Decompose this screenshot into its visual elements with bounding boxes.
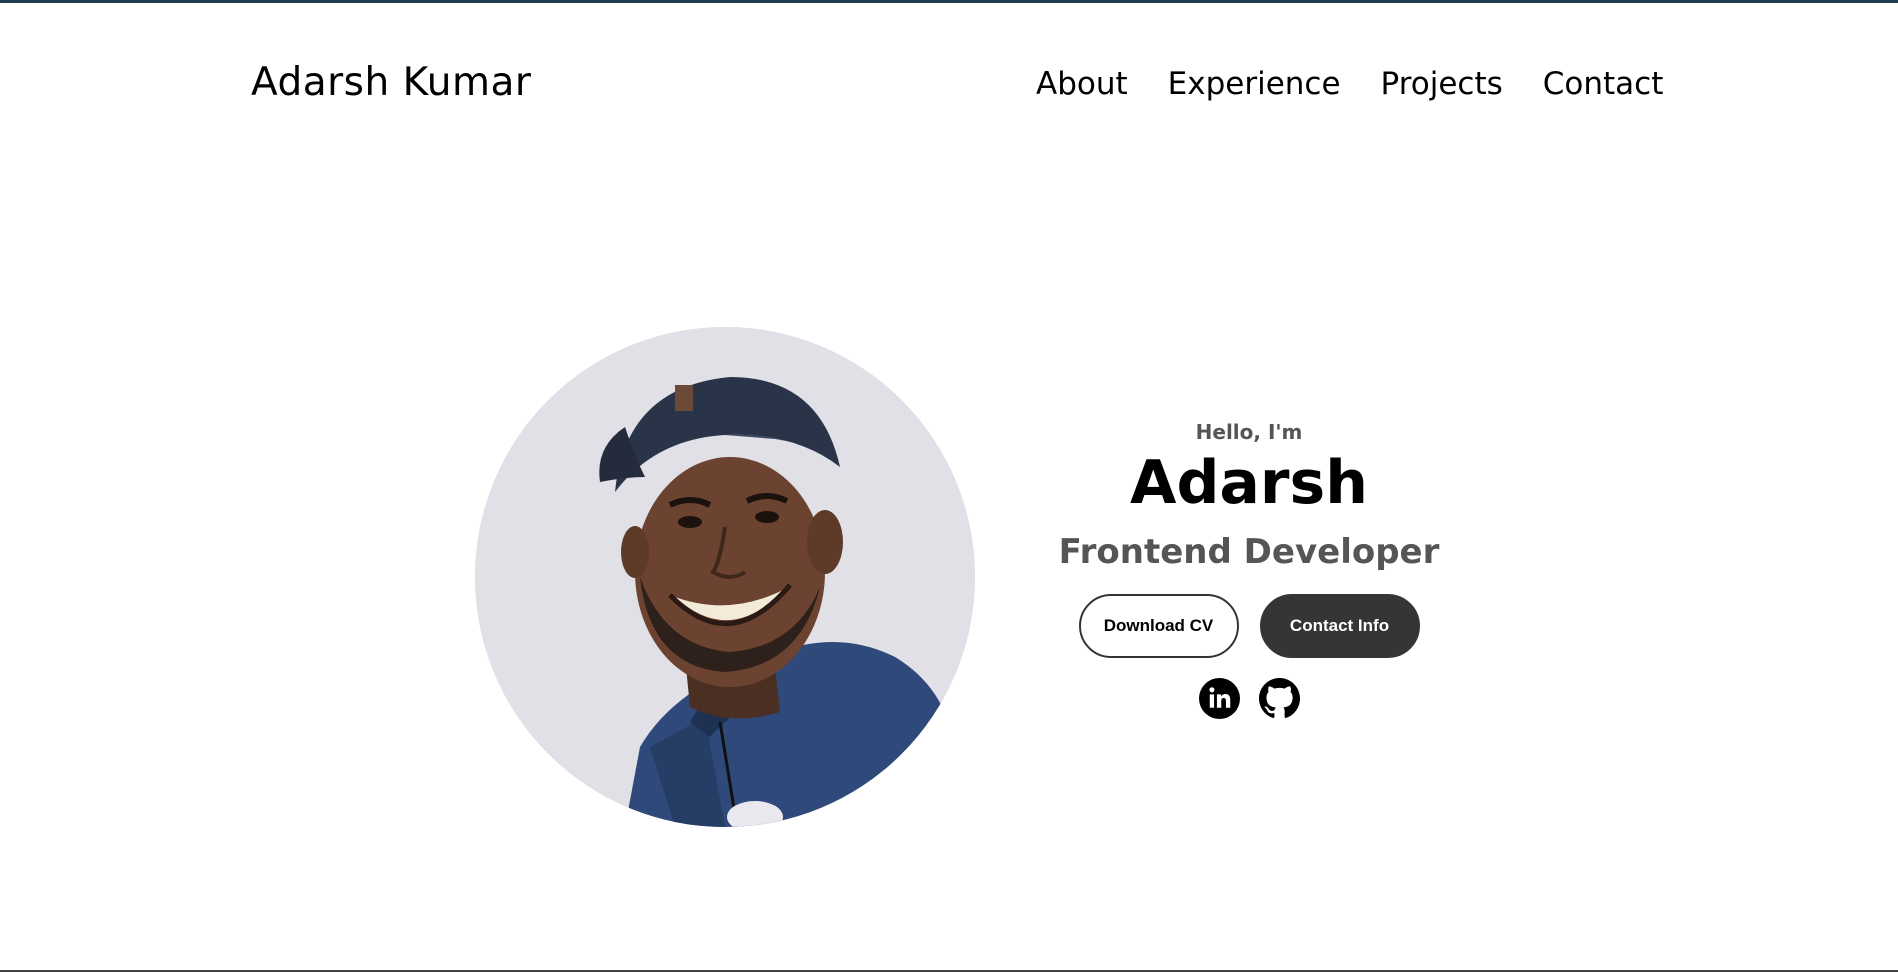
hero-name: Adarsh: [1130, 448, 1368, 518]
nav-experience[interactable]: Experience: [1168, 66, 1341, 102]
greeting-text: Hello, I'm: [1195, 420, 1303, 444]
download-cv-button[interactable]: Download CV: [1078, 594, 1239, 658]
contact-info-button[interactable]: Contact Info: [1259, 594, 1420, 658]
github-icon[interactable]: [1258, 678, 1300, 719]
main-nav: About Experience Projects Contact: [1036, 66, 1663, 102]
hero-title: Frontend Developer: [1058, 532, 1440, 572]
profile-picture-illustration: [475, 327, 975, 827]
nav-contact[interactable]: Contact: [1543, 66, 1664, 102]
hero-intro: Hello, I'm Adarsh Frontend Developer Dow…: [1049, 419, 1449, 719]
linkedin-icon[interactable]: [1198, 678, 1240, 719]
nav-projects[interactable]: Projects: [1381, 66, 1503, 102]
site-logo[interactable]: Adarsh Kumar: [251, 60, 531, 105]
hero-buttons: Download CV Contact Info: [1049, 594, 1449, 658]
nav-about[interactable]: About: [1036, 66, 1128, 102]
profile-picture: [475, 327, 975, 827]
social-links: [1049, 678, 1449, 719]
